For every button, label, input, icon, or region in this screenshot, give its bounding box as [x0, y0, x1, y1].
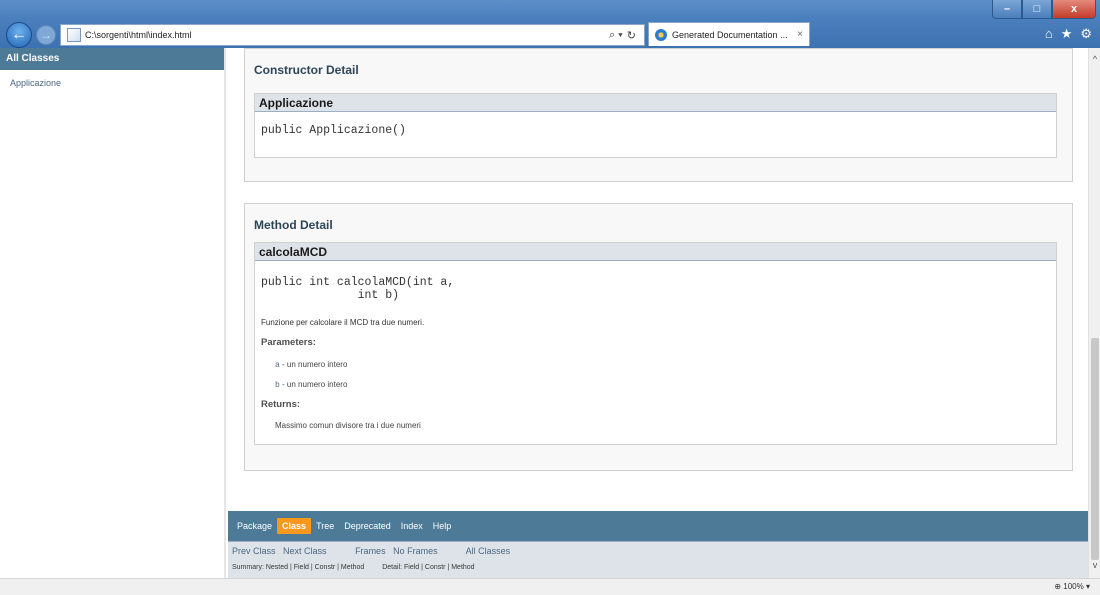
- nav-package[interactable]: Package: [232, 518, 277, 534]
- parameters-label: Parameters:: [261, 337, 316, 348]
- sub-nav-bar: Prev Class Next Class Frames No Frames A…: [228, 541, 1088, 578]
- back-button[interactable]: ←: [6, 22, 32, 48]
- summary-detail-links: Summary: Nested | Field | Constr | Metho…: [232, 564, 475, 571]
- browser-tools: ⌂ ★ ⚙: [1045, 26, 1092, 42]
- zoom-icon: ⊕: [1054, 582, 1062, 591]
- no-frames-link[interactable]: No Frames: [393, 546, 438, 556]
- constructor-block: Applicazione public Applicazione(): [254, 93, 1057, 158]
- nav-deprecated[interactable]: Deprecated: [339, 518, 396, 534]
- frames-link[interactable]: Frames: [355, 546, 386, 556]
- next-class-link[interactable]: Next Class: [283, 546, 327, 556]
- vertical-scrollbar[interactable]: ^ v: [1088, 48, 1100, 578]
- class-link-applicazione[interactable]: Applicazione: [0, 70, 224, 88]
- back-arrow-icon: ←: [11, 26, 27, 43]
- parameter-b-desc: - un numero intero: [279, 380, 348, 389]
- browser-titlebar: – □ x ← → C:\sorgenti\html\index.html ⌕ …: [0, 0, 1100, 48]
- method-name: calcolaMCD: [255, 243, 1056, 261]
- nav-index[interactable]: Index: [396, 518, 428, 534]
- bottom-nav-bar: Package Class Tree Deprecated Index Help: [228, 511, 1088, 541]
- method-detail-heading: Method Detail: [254, 218, 333, 232]
- method-block: calcolaMCD public int calcolaMCD(int a, …: [254, 242, 1057, 445]
- favorites-star-icon[interactable]: ★: [1061, 26, 1073, 42]
- search-dropdown-icon[interactable]: ⌕ ▾: [609, 29, 623, 42]
- parameter-b: b - un numero intero: [275, 380, 347, 390]
- window-controls: – □ x: [992, 0, 1096, 20]
- all-classes-link[interactable]: All Classes: [466, 546, 511, 556]
- constructor-signature: public Applicazione(): [261, 124, 406, 137]
- summary-links[interactable]: Summary: Nested | Field | Constr | Metho…: [232, 564, 364, 571]
- address-url[interactable]: C:\sorgenti\html\index.html: [85, 30, 609, 40]
- all-classes-heading: All Classes: [0, 48, 224, 70]
- zoom-level: 100%: [1063, 582, 1084, 591]
- close-button[interactable]: x: [1052, 0, 1096, 19]
- ie-favicon-icon: [655, 28, 667, 41]
- scrollbar-thumb[interactable]: [1091, 338, 1099, 560]
- nav-class[interactable]: Class: [277, 518, 312, 534]
- prev-class-link[interactable]: Prev Class: [232, 546, 276, 556]
- method-detail-section: Method Detail calcolaMCD public int calc…: [244, 203, 1073, 471]
- detail-links[interactable]: Detail: Field | Constr | Method: [382, 564, 474, 571]
- nav-help[interactable]: Help: [428, 518, 457, 534]
- method-signature: public int calcolaMCD(int a, int b): [261, 276, 455, 302]
- parameter-a-desc: - un numero intero: [279, 360, 348, 369]
- settings-gear-icon[interactable]: ⚙: [1080, 26, 1092, 42]
- zoom-dropdown-icon[interactable]: ▾: [1086, 582, 1090, 591]
- forward-arrow-icon: →: [40, 28, 52, 42]
- page-icon: [67, 28, 81, 42]
- constructor-detail-heading: Constructor Detail: [254, 63, 359, 77]
- scroll-down-icon[interactable]: v: [1089, 560, 1100, 574]
- refresh-icon[interactable]: ↻: [627, 29, 636, 42]
- maximize-button[interactable]: □: [1022, 0, 1052, 19]
- nav-tree[interactable]: Tree: [311, 518, 339, 534]
- constructor-detail-section: Constructor Detail Applicazione public A…: [244, 48, 1073, 182]
- constructor-name: Applicazione: [255, 94, 1056, 112]
- method-description: Funzione per calcolare il MCD tra due nu…: [261, 318, 425, 327]
- browser-tab[interactable]: Generated Documentation ... ×: [648, 22, 810, 46]
- returns-label: Returns:: [261, 399, 301, 410]
- forward-button[interactable]: →: [36, 25, 56, 45]
- home-icon[interactable]: ⌂: [1045, 26, 1053, 42]
- address-bar[interactable]: C:\sorgenti\html\index.html ⌕ ▾ ↻: [60, 24, 645, 46]
- zoom-control[interactable]: ⊕ 100% ▾: [1054, 582, 1090, 591]
- parameter-a: a - un numero intero: [275, 360, 347, 370]
- minimize-button[interactable]: –: [992, 0, 1022, 19]
- returns-text: Massimo comun divisore tra i due numeri: [275, 421, 421, 430]
- sub-nav-links: Prev Class Next Class Frames No Frames A…: [232, 546, 515, 556]
- scroll-up-icon[interactable]: ^: [1089, 54, 1100, 68]
- tab-title: Generated Documentation ...: [672, 29, 788, 40]
- tab-close-icon[interactable]: ×: [797, 29, 803, 40]
- class-doc-frame: Constructor Detail Applicazione public A…: [228, 48, 1088, 578]
- all-classes-frame: All Classes Applicazione: [0, 48, 226, 578]
- status-bar: ⊕ 100% ▾: [0, 578, 1100, 595]
